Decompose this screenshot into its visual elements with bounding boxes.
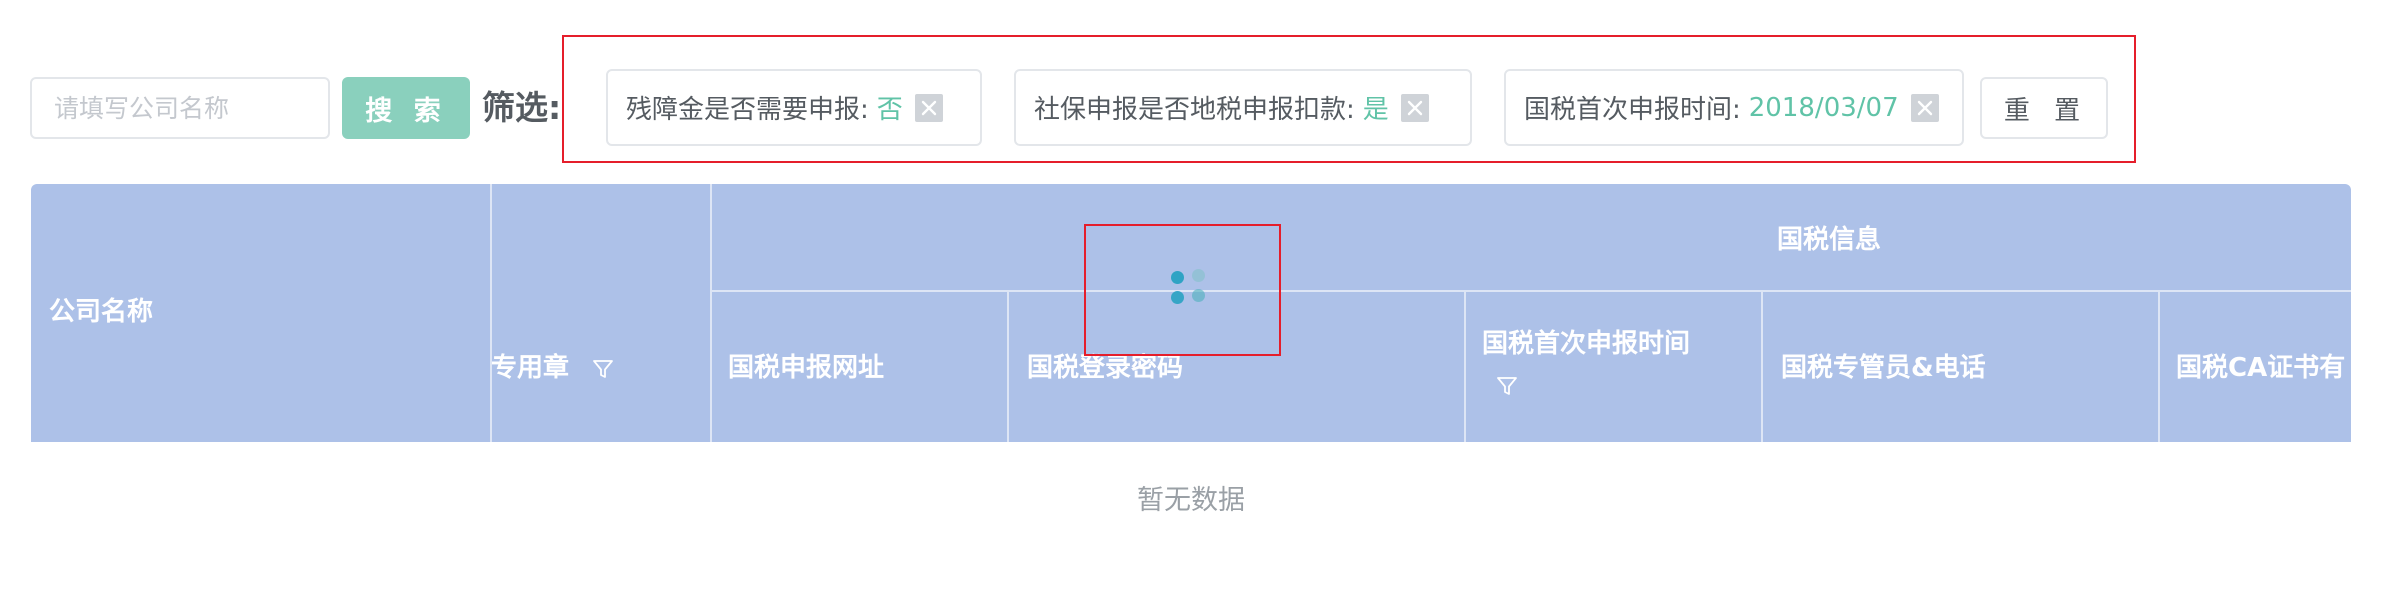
reset-button[interactable]: 重 置	[1980, 77, 2108, 139]
column-header-company-name: 公司名称	[49, 297, 154, 327]
empty-state-text: 暂无数据	[1137, 485, 1245, 516]
table-header: 公司名称 国税信息 专用章 国税申报网址 国税登录密码 国税首次申报时间 国税专…	[31, 184, 2351, 442]
column-group-national-tax-info: 国税信息	[1777, 225, 1882, 255]
filter-tag-value: 是	[1362, 95, 1389, 125]
filter-tag-national-tax-first-filing: 国税首次申报时间: 2018/03/07	[1504, 69, 1964, 146]
filter-icon[interactable]	[1496, 375, 1518, 397]
close-icon[interactable]	[914, 93, 943, 122]
close-icon[interactable]	[1910, 93, 1939, 122]
column-header-seal: 专用章	[491, 350, 614, 386]
column-header-tax-ca-certificate: 国税CA证书有	[2176, 353, 2346, 383]
filter-tag-key: 残障金是否需要申报:	[626, 95, 869, 125]
filter-tag-value: 2018/03/07	[1748, 92, 1899, 123]
loader-dot	[1192, 289, 1205, 302]
column-header-label: 专用章	[491, 353, 570, 383]
filter-tag-disability-fund: 残障金是否需要申报: 否	[606, 69, 982, 146]
filter-tag-key: 国税首次申报时间:	[1524, 95, 1741, 125]
column-divider	[1464, 291, 1466, 442]
filter-tag-key: 社保申报是否地税申报扣款:	[1034, 95, 1355, 125]
column-header-label: 国税首次申报时间	[1482, 329, 1691, 359]
loader-dot	[1192, 269, 1205, 282]
loader-dot	[1171, 291, 1184, 304]
company-search-input[interactable]	[30, 77, 330, 139]
close-icon[interactable]	[1400, 93, 1429, 122]
column-header-tax-officer-phone: 国税专管员&电话	[1781, 353, 1986, 383]
loader-dot	[1171, 271, 1184, 284]
filter-icon[interactable]	[592, 358, 614, 380]
column-header-tax-login-password: 国税登录密码	[1027, 353, 1184, 383]
column-divider	[1761, 291, 1763, 442]
column-header-tax-filing-url: 国税申报网址	[728, 353, 885, 383]
loading-spinner	[1170, 268, 1210, 308]
filter-tag-value: 否	[876, 95, 903, 125]
filter-tag-social-security-deduction: 社保申报是否地税申报扣款: 是	[1014, 69, 1472, 146]
column-header-first-filing-time: 国税首次申报时间	[1482, 326, 1690, 398]
search-button[interactable]: 搜 索	[342, 77, 470, 139]
row-divider	[710, 290, 2351, 292]
column-divider	[710, 184, 712, 442]
filter-label: 筛选:	[482, 88, 562, 127]
column-divider	[2158, 291, 2160, 442]
column-divider	[1007, 291, 1009, 442]
column-divider	[490, 184, 492, 442]
